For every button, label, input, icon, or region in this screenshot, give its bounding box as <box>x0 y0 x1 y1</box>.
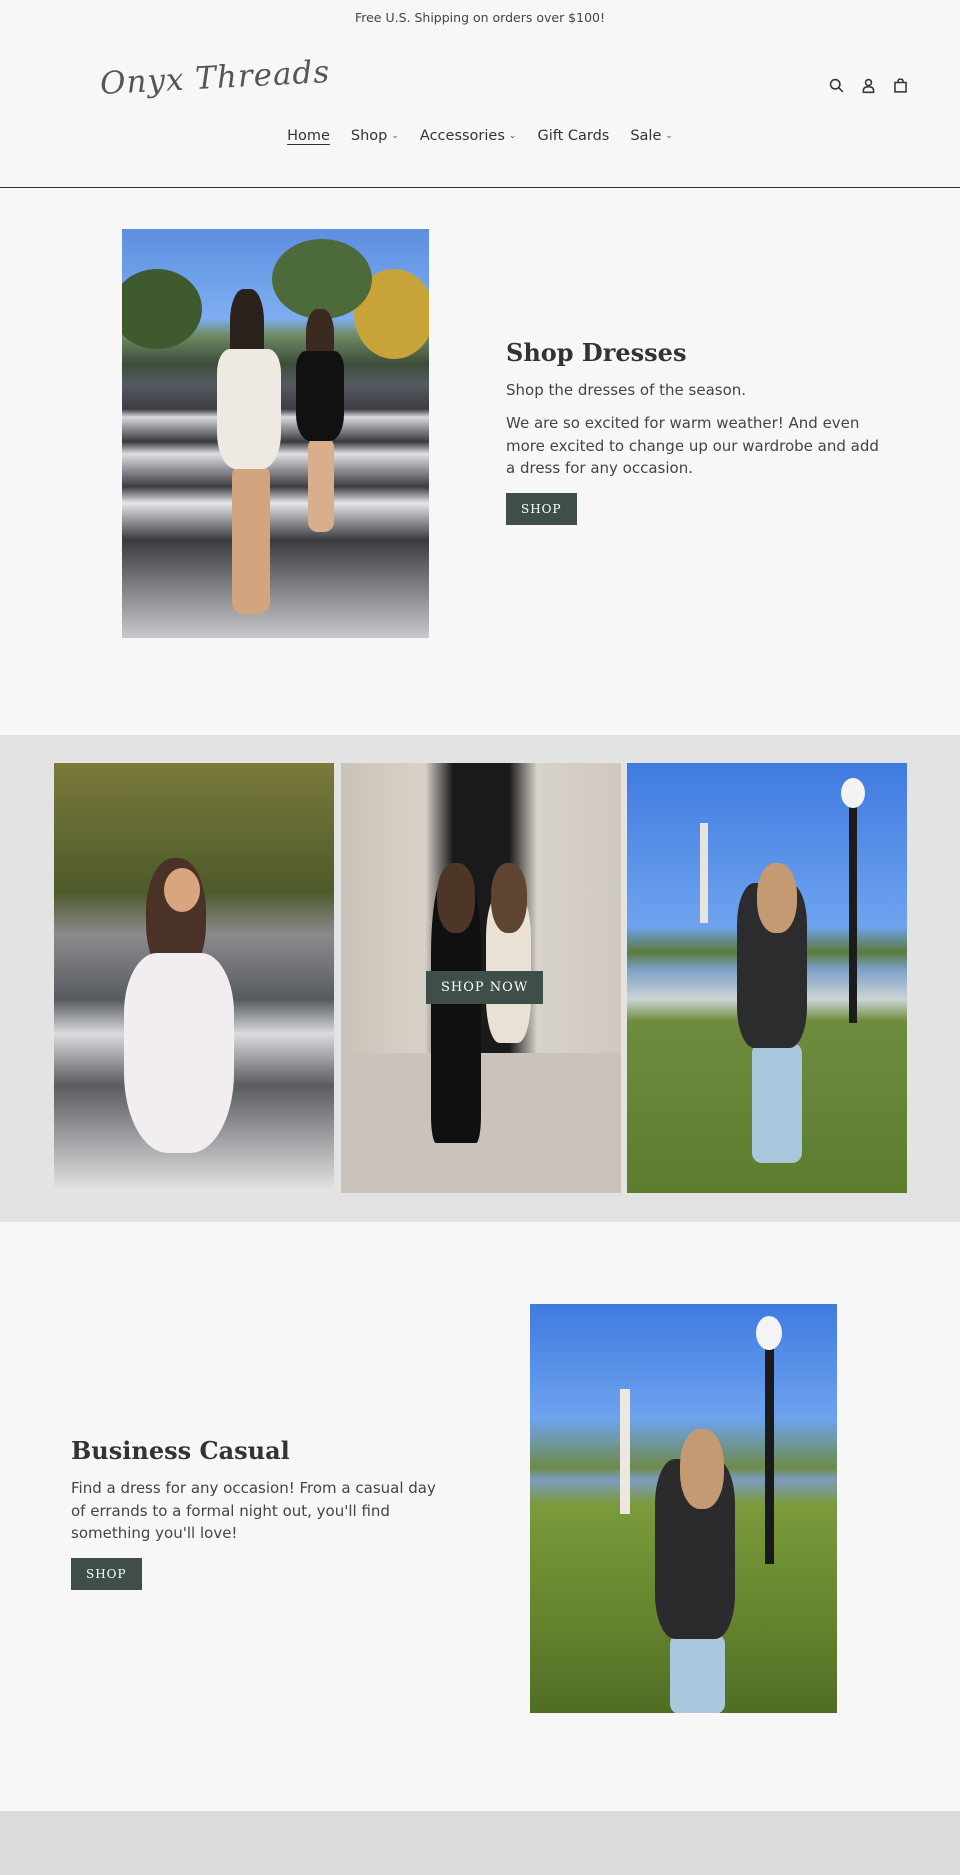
site-header: Onyx Threads Home Shop ⌄ Accessories ⌄ G… <box>0 36 960 188</box>
nav-label-shop: Shop <box>350 128 388 144</box>
footer <box>0 1811 960 1875</box>
hero-body: We are so excited for warm weather! And … <box>506 414 879 477</box>
gallery-image-monument[interactable] <box>627 763 907 1193</box>
nav-label-gift-cards: Gift Cards <box>537 128 610 144</box>
nav-label-accessories: Accessories <box>419 128 505 144</box>
nav-label-sale: Sale <box>630 128 662 144</box>
chevron-down-icon: ⌄ <box>508 131 517 141</box>
nav-item-gift-cards[interactable]: Gift Cards <box>536 128 610 144</box>
nav-item-shop[interactable]: Shop ⌄ <box>350 128 400 144</box>
nav-item-home[interactable]: Home <box>286 128 331 144</box>
main-nav: Home Shop ⌄ Accessories ⌄ Gift Cards Sal… <box>0 128 960 144</box>
business-shop-button[interactable]: SHOP <box>71 1557 142 1590</box>
hero-section: Shop Dresses Shop the dresses of the sea… <box>0 189 960 735</box>
hero-title: Shop Dresses <box>506 338 687 367</box>
cart-icon[interactable] <box>890 75 910 95</box>
header-icons <box>826 75 910 95</box>
business-body: Find a dress for any occasion! From a ca… <box>71 1479 436 1542</box>
business-casual-section: Business Casual Find a dress for any occ… <box>0 1222 960 1811</box>
logo[interactable]: Onyx Threads <box>99 54 331 102</box>
hero-shop-button[interactable]: SHOP <box>506 492 577 525</box>
business-text: Business Casual Find a dress for any occ… <box>71 1436 451 1590</box>
chevron-down-icon: ⌄ <box>665 131 673 141</box>
announcement-text: Free U.S. Shipping on orders over $100! <box>354 10 606 25</box>
business-image <box>530 1304 837 1713</box>
nav-item-accessories[interactable]: Accessories ⌄ <box>419 128 518 144</box>
search-icon[interactable] <box>826 75 846 95</box>
business-title: Business Casual <box>71 1436 290 1465</box>
gallery-image-white-dress[interactable] <box>54 763 334 1193</box>
hero-image <box>122 229 429 638</box>
gallery-shop-now-button[interactable]: SHOP NOW <box>426 971 544 1004</box>
nav-label-home: Home <box>287 128 330 144</box>
hero-subtitle: Shop the dresses of the season. <box>506 381 747 399</box>
announcement-bar: Free U.S. Shipping on orders over $100! <box>0 0 960 36</box>
account-icon[interactable] <box>858 75 878 95</box>
nav-item-sale[interactable]: Sale ⌄ <box>629 128 674 144</box>
hero-text: Shop Dresses Shop the dresses of the sea… <box>506 338 886 525</box>
chevron-down-icon: ⌄ <box>391 131 399 141</box>
